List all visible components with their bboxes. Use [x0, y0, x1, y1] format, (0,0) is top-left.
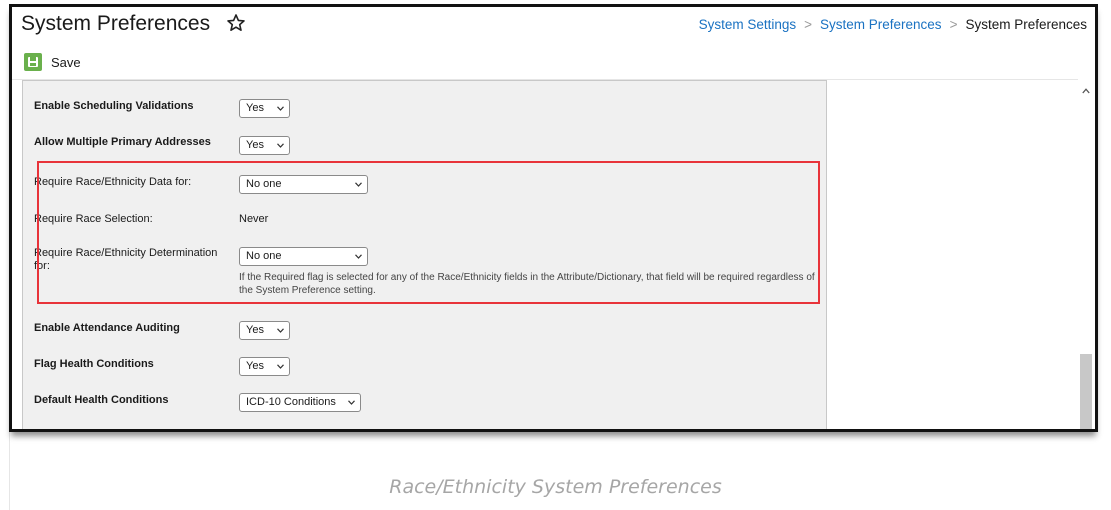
select-value: No one [246, 178, 282, 190]
save-icon [24, 53, 42, 71]
breadcrumb-separator: > [804, 17, 813, 32]
partially-visible-select[interactable] [239, 429, 554, 432]
chevron-down-icon [277, 328, 284, 333]
page-header: System Preferences System Settings > Syste… [12, 7, 1095, 47]
chevron-down-icon [277, 106, 284, 111]
figure-caption: Race/Ethnicity System Preferences [389, 476, 722, 498]
flag-health-conditions-select[interactable]: Yes [239, 357, 290, 376]
action-toolbar: Save [12, 49, 1095, 80]
require-race-ethnicity-determination-select[interactable]: No one [239, 247, 368, 266]
allow-multiple-primary-addresses-select[interactable]: Yes [239, 136, 290, 155]
page-title: System Preferences [21, 12, 211, 35]
vertical-scrollbar[interactable] [1078, 79, 1095, 429]
race-ethnicity-help-text: If the Required flag is selected for any… [239, 272, 815, 296]
setting-label: Allow Multiple Primary Addresses [34, 136, 211, 148]
chevron-up-icon[interactable] [1082, 88, 1090, 94]
chevron-down-icon [277, 364, 284, 369]
setting-label: Enable Attendance Auditing [34, 322, 180, 334]
chevron-down-icon [355, 254, 362, 259]
save-label: Save [51, 54, 81, 70]
race-selection-value: Never [239, 213, 269, 225]
enable-attendance-auditing-select[interactable]: Yes [239, 321, 290, 340]
select-value: Yes [246, 324, 264, 336]
setting-label: Enable Scheduling Validations [34, 100, 194, 112]
breadcrumb-system-settings[interactable]: System Settings [699, 17, 797, 32]
save-button[interactable]: Save [24, 53, 81, 71]
chevron-down-icon [348, 400, 355, 405]
select-value: No one [246, 250, 282, 262]
setting-label: Require Race/Ethnicity Determination for… [34, 247, 218, 272]
chevron-down-icon [277, 143, 284, 148]
scrollbar-thumb[interactable] [1080, 354, 1092, 429]
require-race-ethnicity-data-select[interactable]: No one [239, 175, 368, 194]
chevron-down-icon [355, 182, 362, 187]
select-value: ICD-10 Conditions [246, 396, 336, 408]
setting-label: Flag Health Conditions [34, 358, 154, 370]
select-value: Yes [246, 139, 264, 151]
breadcrumb: System Settings > System Preferences > Syste… [699, 17, 1087, 32]
select-value: Yes [246, 360, 264, 372]
screenshot-frame: System Preferences System Settings > Syste… [9, 4, 1098, 432]
setting-label: Require Race Selection: [34, 213, 153, 225]
setting-label: Default Health Conditions [34, 394, 169, 406]
breadcrumb-system-preferences[interactable]: System Preferences [820, 17, 942, 32]
breadcrumb-current: System Preferences [965, 17, 1087, 32]
breadcrumb-separator: > [949, 17, 958, 32]
star-icon[interactable] [226, 13, 246, 33]
default-health-conditions-select[interactable]: ICD-10 Conditions [239, 393, 361, 412]
preferences-panel: Enable Scheduling Validations Yes Allow … [22, 80, 827, 432]
select-value: Yes [246, 102, 264, 114]
setting-label: Require Race/Ethnicity Data for: [34, 176, 192, 188]
enable-scheduling-validations-select[interactable]: Yes [239, 99, 290, 118]
